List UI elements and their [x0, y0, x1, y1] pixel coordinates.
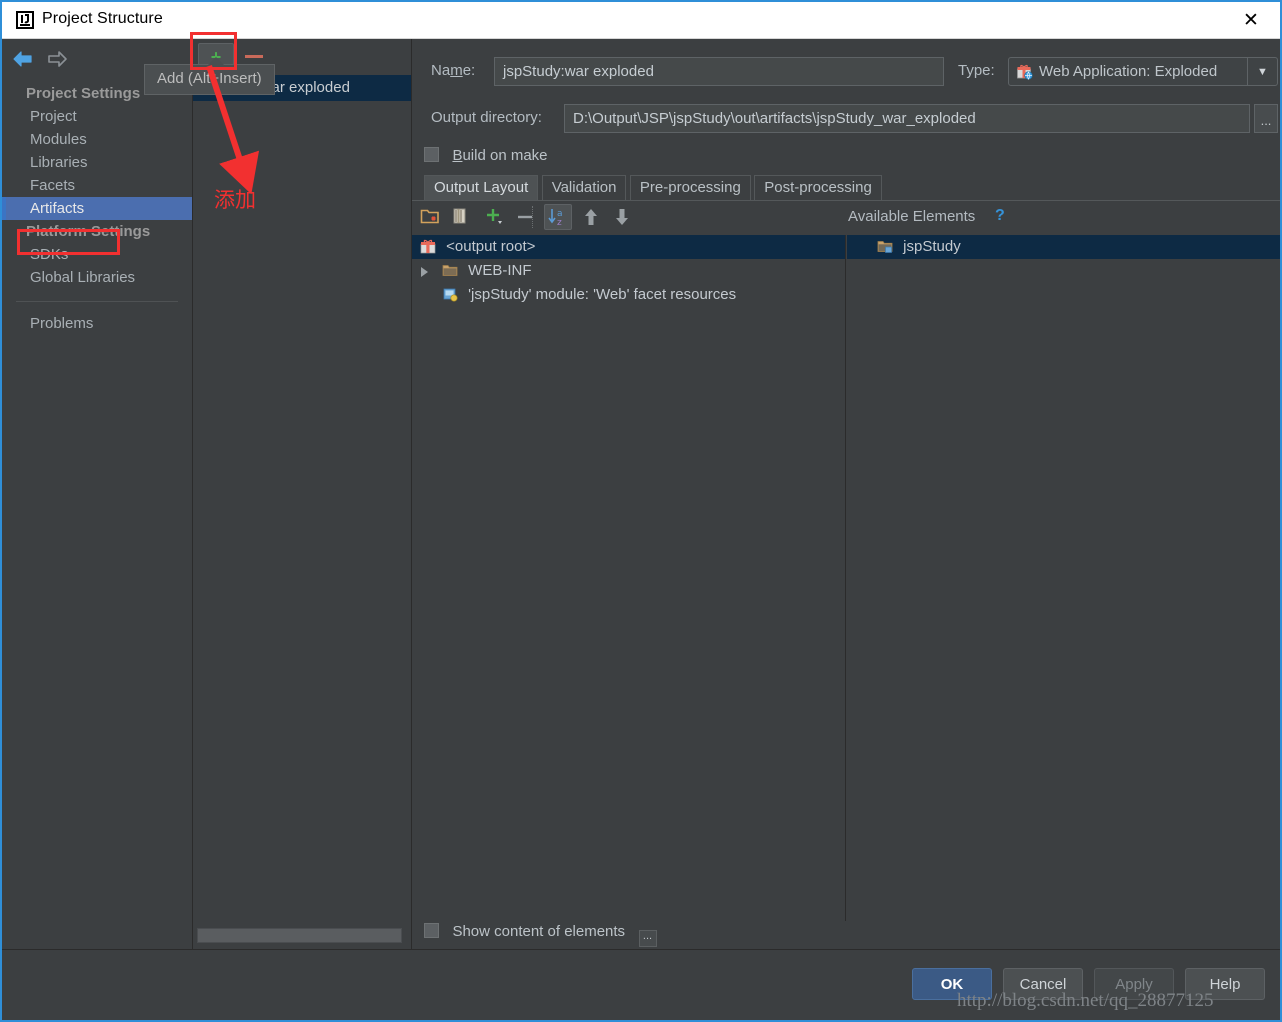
help-question-icon[interactable]: ? — [995, 207, 1005, 225]
browse-directory-button[interactable]: ... — [1254, 104, 1278, 133]
tree-row[interactable]: jspStudy — [847, 235, 1280, 262]
tree-row-label: 'jspStudy' module: 'Web' facet resources — [468, 286, 737, 303]
module-folder-icon — [877, 238, 893, 262]
toolbar-separator — [532, 206, 533, 228]
tab-pre-processing[interactable]: Pre-processing — [629, 175, 751, 201]
move-up-icon[interactable] — [580, 206, 602, 233]
add-copy-icon[interactable] — [484, 206, 506, 233]
sidebar-item-project[interactable]: Project — [2, 105, 192, 128]
output-directory-input[interactable]: D:\Output\JSP\jspStudy\out\artifacts\jsp… — [564, 104, 1250, 133]
sidebar-divider — [16, 301, 178, 302]
sidebar-item-libraries[interactable]: Libraries — [2, 151, 192, 174]
title-bar: Project Structure ✕ — [2, 2, 1280, 39]
facet-resources-icon — [442, 286, 458, 310]
sidebar-list: Project Settings Project Modules Librari… — [2, 82, 192, 335]
artifact-detail-panel: Name: jspStudy:war exploded Type: Web Ap… — [411, 39, 1280, 949]
back-arrow-icon[interactable] — [10, 48, 40, 72]
available-elements-label: Available Elements — [848, 208, 976, 225]
chevron-down-icon[interactable]: ▼ — [1247, 58, 1277, 85]
add-annotation-label: 添加 — [214, 188, 256, 212]
sidebar-item-modules[interactable]: Modules — [2, 128, 192, 151]
sidebar-item-artifacts[interactable]: Artifacts — [2, 197, 192, 220]
tab-output-layout[interactable]: Output Layout — [424, 175, 539, 201]
build-on-make-row[interactable]: Build on make — [424, 147, 548, 165]
output-directory-row: Output directory: D:\Output\JSP\jspStudy… — [424, 104, 1279, 134]
output-layout-tree: <output root> WEB-INF 'jspStudy' module:… — [412, 235, 846, 921]
detail-tabs: Output Layout Validation Pre-processing … — [424, 175, 882, 201]
settings-sidebar: Project Settings Project Modules Librari… — [2, 39, 192, 949]
tree-row-label: <output root> — [446, 238, 536, 255]
type-label: Type: — [958, 62, 995, 79]
available-elements-tree: jspStudy — [847, 235, 1280, 921]
show-content-label: Show content of elements — [452, 923, 626, 940]
horizontal-scrollbar[interactable] — [197, 928, 402, 943]
tree-row[interactable]: WEB-INF — [412, 259, 845, 283]
close-icon[interactable]: ✕ — [1228, 2, 1274, 38]
tab-validation[interactable]: Validation — [541, 175, 627, 201]
page-title: Project Structure — [42, 10, 163, 27]
intellij-idea-icon — [16, 11, 34, 29]
add-directory-icon[interactable] — [420, 206, 440, 231]
name-row: Name: jspStudy:war exploded Type: Web Ap… — [424, 57, 1279, 87]
artifact-list-panel: + jspStudy:war exploded — [192, 39, 411, 949]
show-content-options-button[interactable]: ... — [638, 930, 657, 947]
tree-row[interactable]: 'jspStudy' module: 'Web' facet resources — [412, 283, 845, 307]
build-on-make-label: Build on make — [452, 147, 548, 164]
tree-row-label: WEB-INF — [468, 262, 532, 279]
artifact-type-dropdown[interactable]: Web Application: Exploded ▼ — [1008, 57, 1278, 86]
web-application-exploded-icon — [1016, 63, 1033, 85]
artifact-type-value: Web Application: Exploded — [1039, 63, 1218, 80]
svg-text:z: z — [557, 218, 562, 228]
sidebar-item-global-libraries[interactable]: Global Libraries — [2, 266, 192, 289]
build-on-make-checkbox[interactable] — [424, 147, 439, 162]
chevron-right-icon[interactable] — [421, 267, 428, 277]
name-input[interactable]: jspStudy:war exploded — [494, 57, 944, 86]
sidebar-item-problems[interactable]: Problems — [2, 312, 192, 335]
sort-az-icon[interactable]: a z — [544, 204, 572, 230]
add-archive-icon[interactable] — [450, 206, 470, 231]
sidebar-item-sdks[interactable]: SDKs — [2, 243, 192, 266]
minus-icon — [245, 55, 263, 58]
add-button-tooltip: Add (Alt+Insert) — [144, 57, 275, 95]
tooltip-text: Add (Alt+Insert) — [157, 70, 262, 87]
move-down-icon[interactable] — [611, 206, 633, 233]
watermark-text: http://blog.csdn.net/qq_28877125 — [957, 990, 1214, 1011]
sidebar-group-platform-settings: Platform Settings — [26, 223, 151, 240]
tooltip-arrow — [207, 57, 225, 66]
output-layout-toolbar: a z Available Elements ? — [412, 201, 1280, 233]
forward-arrow-icon — [44, 48, 74, 72]
show-content-checkbox[interactable] — [424, 923, 439, 938]
tree-row[interactable]: <output root> — [412, 235, 845, 259]
tree-row-label: jspStudy — [903, 238, 961, 255]
project-structure-dialog: Project Structure ✕ Project Settings Pro… — [0, 0, 1282, 1022]
output-directory-label: Output directory: — [431, 109, 542, 126]
navigation-arrows — [10, 48, 74, 72]
sidebar-item-facets[interactable]: Facets — [2, 174, 192, 197]
name-label: Name: — [431, 62, 476, 79]
tab-post-processing[interactable]: Post-processing — [754, 175, 882, 201]
